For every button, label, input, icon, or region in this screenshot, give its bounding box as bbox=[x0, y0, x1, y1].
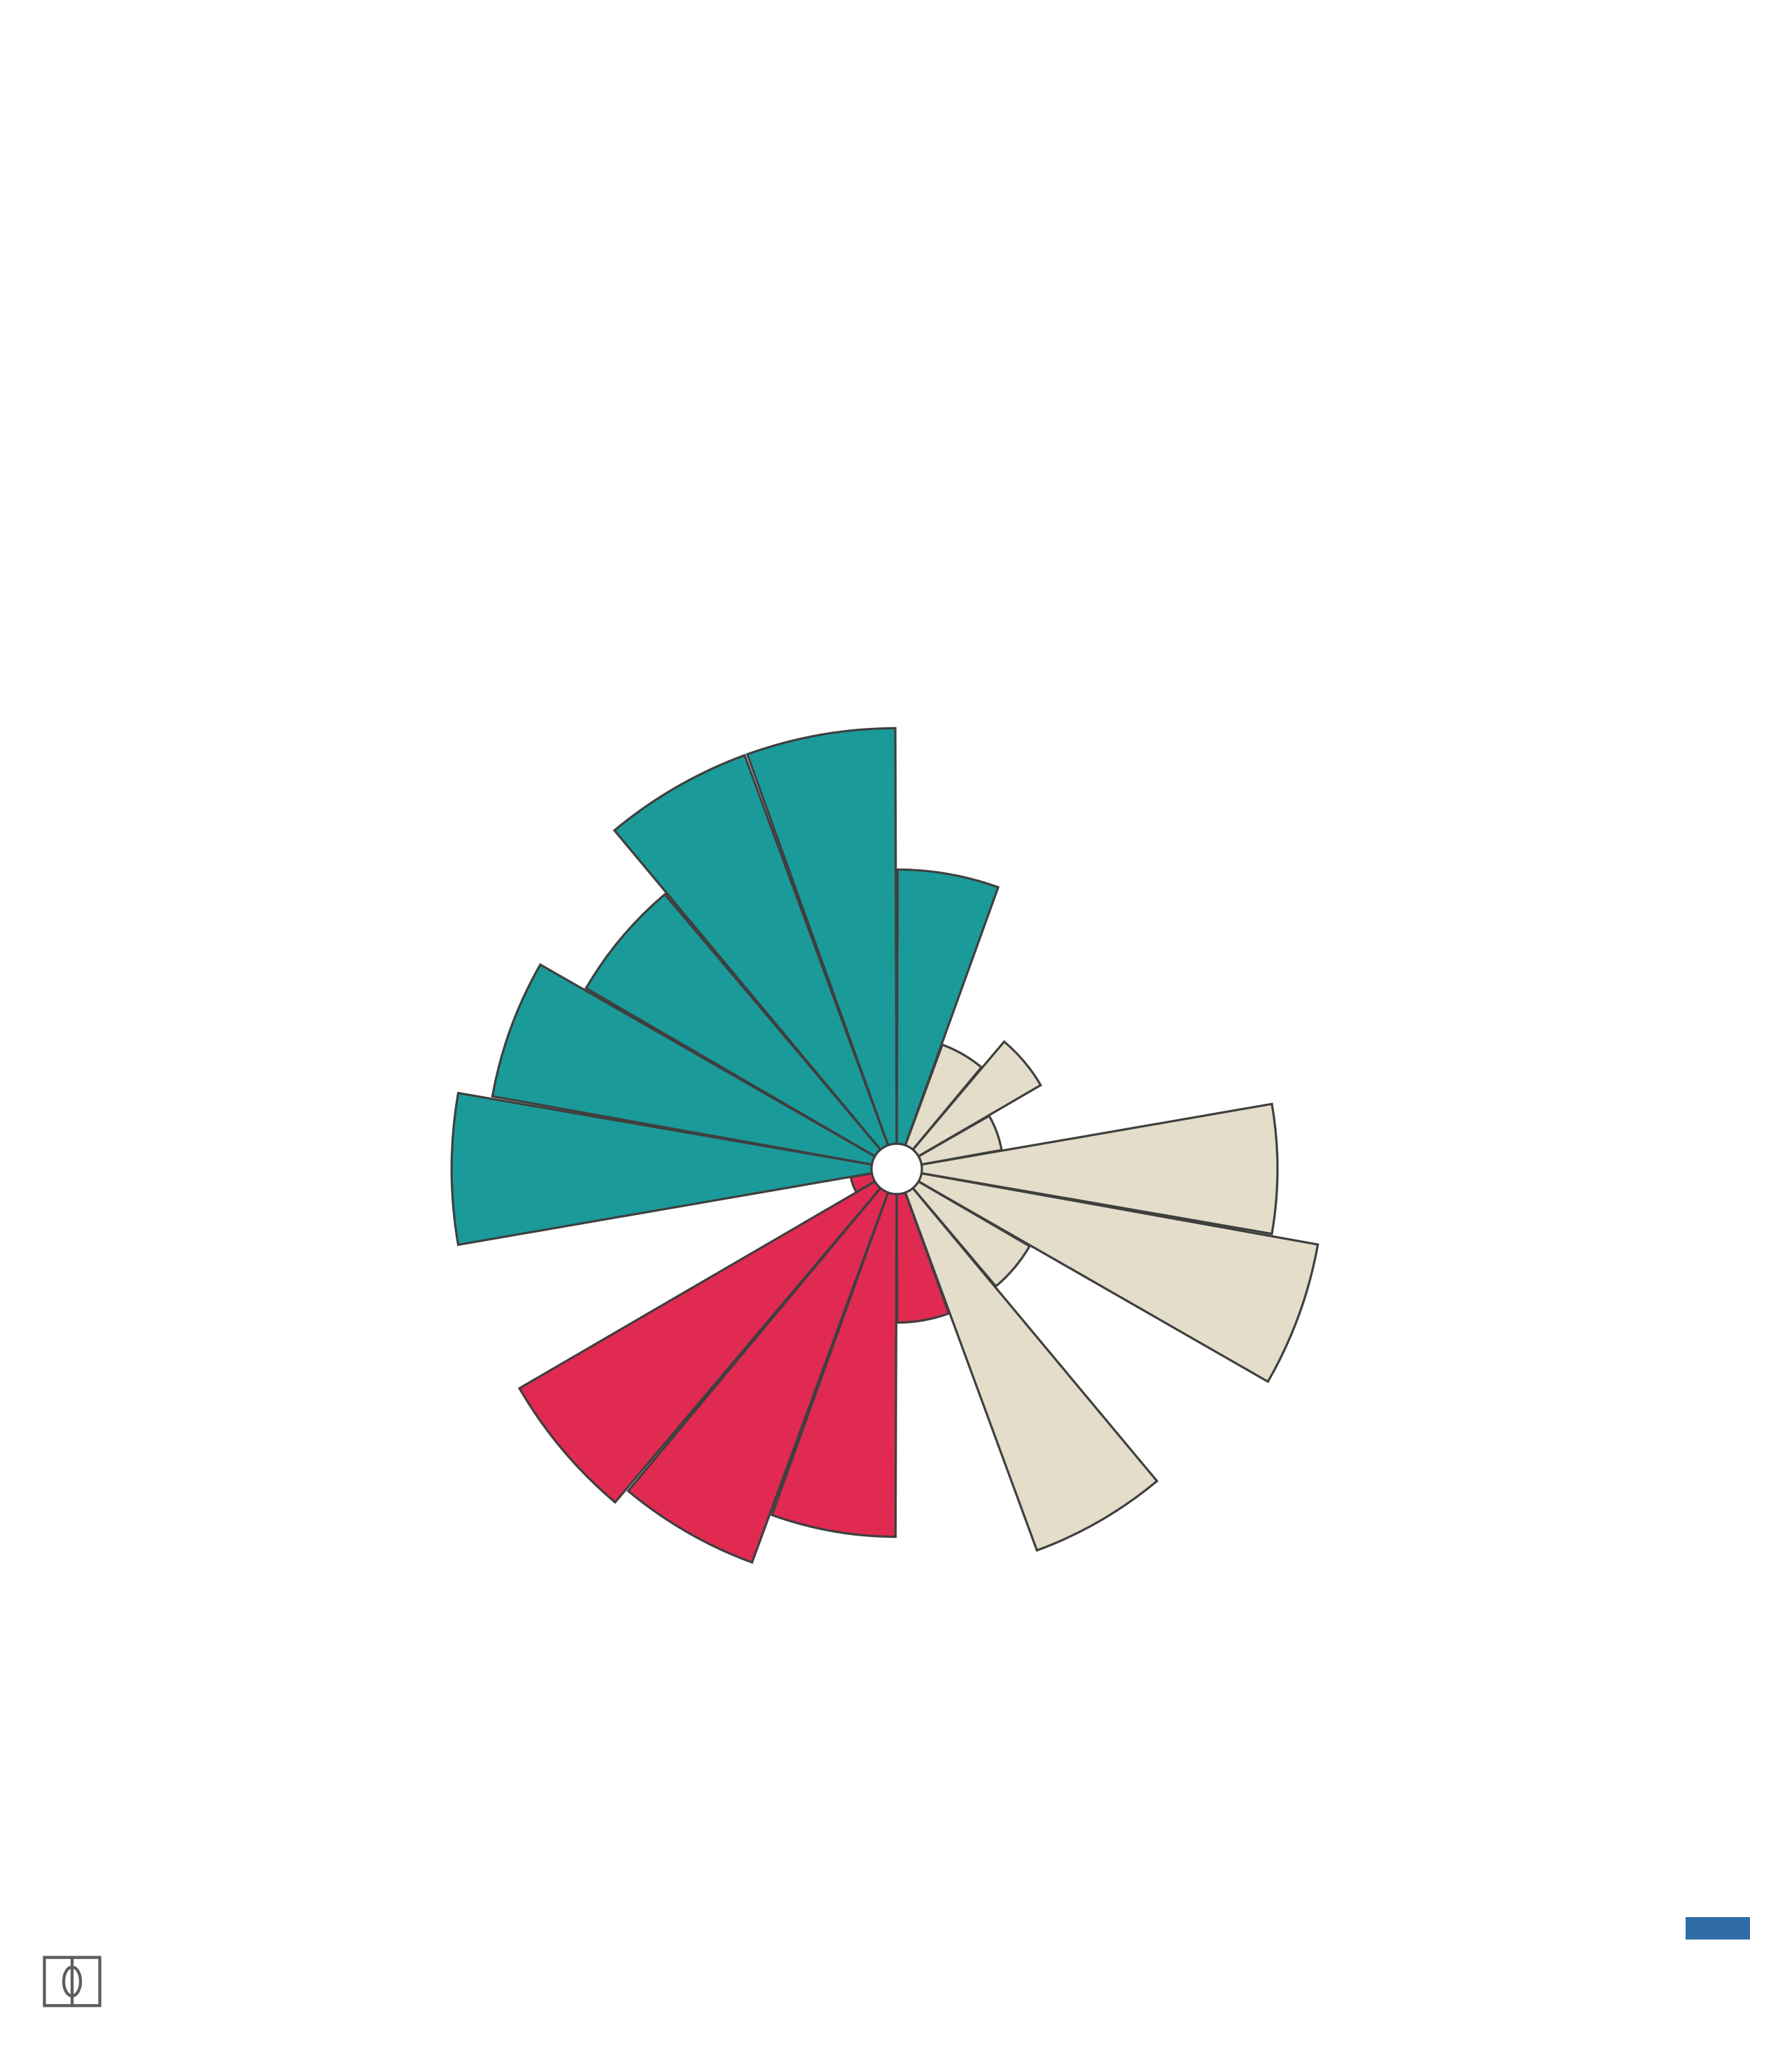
template-badge[interactable] bbox=[1686, 1917, 1750, 1940]
pitch-icon bbox=[43, 1956, 102, 2007]
fbcharts-logo bbox=[42, 1951, 137, 2012]
pizza-chart bbox=[450, 727, 1320, 1564]
template-selector[interactable] bbox=[1686, 1910, 1750, 1943]
chart-page bbox=[0, 0, 1792, 2048]
